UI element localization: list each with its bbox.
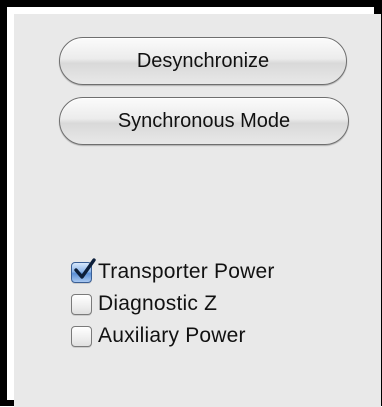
synchronous-mode-button[interactable]: Synchronous Mode bbox=[59, 97, 349, 145]
checkmark-icon bbox=[74, 257, 96, 279]
desynchronize-button[interactable]: Desynchronize bbox=[59, 37, 347, 85]
auxiliary-power-label: Auxiliary Power bbox=[98, 324, 246, 347]
auxiliary-power-checkbox[interactable] bbox=[71, 325, 92, 347]
window-frame: Desynchronize Synchronous Mode Transport… bbox=[0, 0, 382, 407]
checkbox-group: Transporter Power Diagnostic Z Auxiliary… bbox=[71, 256, 275, 352]
control-panel: Desynchronize Synchronous Mode Transport… bbox=[14, 14, 381, 407]
diagnostic-z-checkbox[interactable] bbox=[71, 293, 92, 315]
diagnostic-z-label: Diagnostic Z bbox=[98, 292, 218, 315]
transporter-power-checkbox[interactable] bbox=[71, 257, 96, 283]
checkbox-row-auxiliary-power[interactable]: Auxiliary Power bbox=[71, 320, 275, 352]
checkbox-row-transporter-power[interactable]: Transporter Power bbox=[71, 256, 275, 288]
transporter-power-label: Transporter Power bbox=[98, 260, 275, 283]
checkbox-row-diagnostic-z[interactable]: Diagnostic Z bbox=[71, 288, 275, 320]
